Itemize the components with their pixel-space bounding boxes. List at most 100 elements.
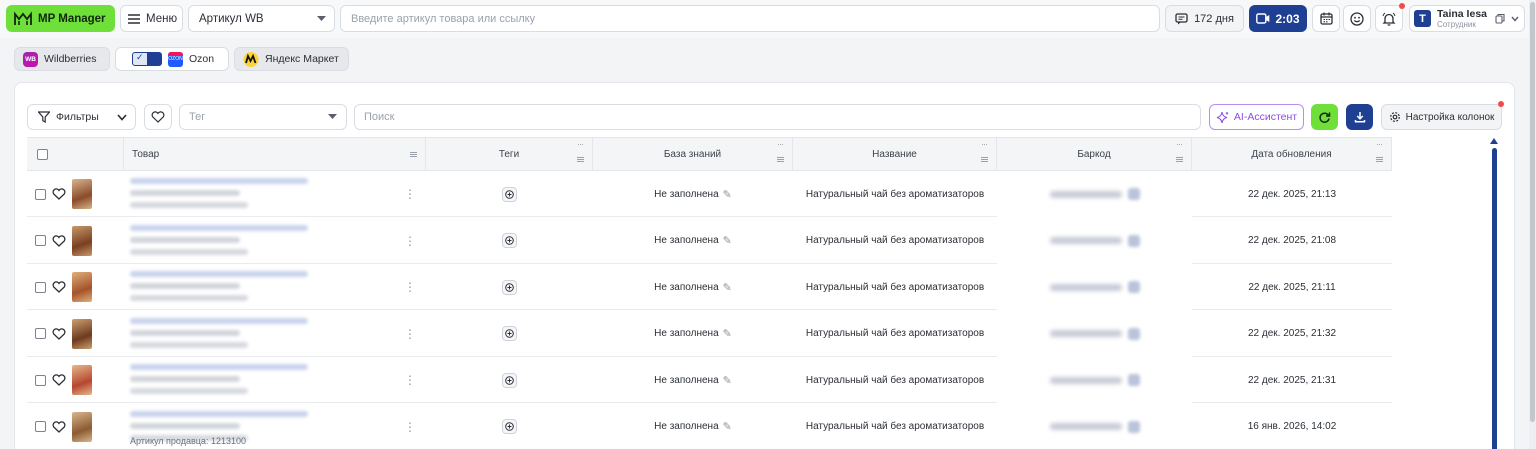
table-row[interactable]: ⋮ Не заполнена ✎ Натуральный чай без аро… xyxy=(27,217,1392,264)
select-all-checkbox[interactable] xyxy=(37,148,48,160)
add-tag-button[interactable] xyxy=(502,419,517,434)
column-menu-icon[interactable] xyxy=(777,157,784,162)
article-type-select[interactable]: Артикул WB xyxy=(188,5,335,32)
feedback-button[interactable] xyxy=(1343,5,1371,32)
copy-barcode-icon[interactable] xyxy=(1127,327,1140,340)
row-checkbox[interactable] xyxy=(35,374,46,386)
more-icon[interactable]: ··· xyxy=(1376,139,1383,149)
column-menu-icon[interactable] xyxy=(1376,157,1383,162)
product-thumbnail[interactable] xyxy=(72,179,92,209)
knowledge-base-cell[interactable]: Не заполнена ✎ xyxy=(593,404,793,449)
add-tag-button[interactable] xyxy=(502,326,517,341)
filters-button[interactable]: Фильтры xyxy=(27,104,136,130)
heart-icon[interactable] xyxy=(52,281,66,293)
row-menu-icon[interactable]: ⋮ xyxy=(404,420,416,434)
heart-icon[interactable] xyxy=(52,420,66,433)
heart-icon[interactable] xyxy=(52,327,66,340)
row-menu-icon[interactable]: ⋮ xyxy=(404,234,416,248)
column-header-knowledge-base[interactable]: База знаний ··· xyxy=(593,138,793,170)
pencil-icon[interactable]: ✎ xyxy=(723,281,732,294)
column-menu-icon[interactable] xyxy=(410,152,417,157)
copy-barcode-icon[interactable] xyxy=(1127,281,1140,293)
subscription-days-button[interactable]: 172 дня xyxy=(1165,5,1244,32)
product-info-cell[interactable]: ⋮ xyxy=(124,311,426,357)
download-button[interactable] xyxy=(1346,104,1373,130)
notifications-button[interactable] xyxy=(1375,5,1403,32)
row-menu-icon[interactable]: ⋮ xyxy=(404,187,416,201)
table-row[interactable]: ⋮ Не заполнена ✎ Натуральный чай без аро… xyxy=(27,310,1392,357)
favorites-filter-button[interactable] xyxy=(144,104,172,130)
product-thumbnail[interactable] xyxy=(72,411,92,442)
heart-icon[interactable] xyxy=(52,188,66,200)
column-menu-icon[interactable] xyxy=(1176,157,1183,162)
row-checkbox[interactable] xyxy=(35,188,46,200)
copy-barcode-icon[interactable] xyxy=(1127,234,1140,247)
product-info-cell[interactable]: ⋮ xyxy=(124,218,426,264)
row-menu-icon[interactable]: ⋮ xyxy=(404,327,416,341)
heart-icon[interactable] xyxy=(52,234,66,247)
column-header-product[interactable]: Товар xyxy=(124,138,426,170)
column-header-updated-date[interactable]: Дата обновления ··· xyxy=(1192,138,1392,170)
product-thumbnail[interactable] xyxy=(72,365,92,395)
column-header-name[interactable]: Название ··· xyxy=(793,138,997,170)
heart-icon[interactable] xyxy=(52,374,66,386)
add-tag-button[interactable] xyxy=(502,186,517,202)
product-thumbnail[interactable] xyxy=(72,272,92,302)
knowledge-base-cell[interactable]: Не заполнена ✎ xyxy=(593,311,793,357)
row-checkbox[interactable] xyxy=(35,235,46,246)
product-thumbnail[interactable] xyxy=(72,225,92,256)
row-checkbox[interactable] xyxy=(35,281,46,293)
pencil-icon[interactable]: ✎ xyxy=(723,420,732,433)
page-scrollbar-thumb[interactable] xyxy=(1530,2,1535,422)
marketplace-tab-yandex-market[interactable]: Яндекс Маркет xyxy=(234,47,349,71)
product-info-cell[interactable]: ⋮ xyxy=(124,171,426,217)
row-menu-icon[interactable]: ⋮ xyxy=(404,280,416,294)
product-info-cell[interactable]: ⋮ xyxy=(124,357,426,403)
add-tag-button[interactable] xyxy=(502,372,517,388)
pencil-icon[interactable]: ✎ xyxy=(723,374,732,387)
column-menu-icon[interactable] xyxy=(981,157,988,162)
column-menu-icon[interactable] xyxy=(577,157,584,162)
copy-barcode-icon[interactable] xyxy=(1127,420,1140,433)
more-icon[interactable]: ··· xyxy=(981,139,988,149)
knowledge-base-cell[interactable]: Не заполнена ✎ xyxy=(593,171,793,217)
pencil-icon[interactable]: ✎ xyxy=(723,188,732,201)
column-settings-button[interactable]: Настройка колонок xyxy=(1381,104,1502,130)
knowledge-base-cell[interactable]: Не заполнена ✎ xyxy=(593,264,793,310)
marketplace-tab-ozon[interactable]: OZON Ozon xyxy=(115,47,229,71)
column-header-tags[interactable]: Теги ··· xyxy=(426,138,593,170)
ozon-toggle[interactable] xyxy=(132,52,162,66)
calendar-button[interactable] xyxy=(1312,5,1340,32)
product-info-cell[interactable]: ⋮ xyxy=(124,264,426,310)
ai-assistant-button[interactable]: AI-Ассистент xyxy=(1209,104,1304,130)
column-header-barcode[interactable]: Баркод ··· xyxy=(997,138,1192,170)
table-scrollbar-thumb[interactable] xyxy=(1492,148,1497,449)
copy-barcode-icon[interactable] xyxy=(1127,188,1140,200)
add-tag-button[interactable] xyxy=(502,279,517,295)
table-row[interactable]: ⋮ Не заполнена ✎ Натуральный чай без аро… xyxy=(27,357,1392,403)
knowledge-base-cell[interactable]: Не заполнена ✎ xyxy=(593,218,793,264)
pencil-icon[interactable]: ✎ xyxy=(723,234,732,247)
refresh-button[interactable] xyxy=(1311,104,1338,130)
copy-barcode-icon[interactable] xyxy=(1127,374,1140,386)
marketplace-tab-wildberries[interactable]: WB Wildberries xyxy=(14,47,110,71)
pencil-icon[interactable]: ✎ xyxy=(723,327,732,340)
product-thumbnail[interactable] xyxy=(72,318,92,349)
add-tag-button[interactable] xyxy=(502,233,517,248)
search-input[interactable]: Поиск xyxy=(354,104,1201,130)
menu-button[interactable]: Меню xyxy=(120,5,183,32)
table-row[interactable]: ⋮ Не заполнена ✎ Натуральный чай без аро… xyxy=(27,264,1392,310)
row-checkbox[interactable] xyxy=(35,328,46,339)
user-menu-button[interactable]: T Taina Iesa Сотрудник xyxy=(1409,5,1525,32)
more-icon[interactable]: ··· xyxy=(577,139,584,149)
table-row[interactable]: ⋮ Не заполнена ✎ Натуральный чай без аро… xyxy=(27,171,1392,217)
video-timer-button[interactable]: 2:03 xyxy=(1249,5,1307,32)
logo-button[interactable]: MP Manager xyxy=(6,5,115,32)
row-checkbox[interactable] xyxy=(35,421,46,432)
knowledge-base-cell[interactable]: Не заполнена ✎ xyxy=(593,357,793,403)
tag-select[interactable]: Тег xyxy=(179,104,347,130)
more-icon[interactable]: ··· xyxy=(1176,139,1183,149)
row-menu-icon[interactable]: ⋮ xyxy=(404,373,416,387)
article-search-input[interactable]: Введите артикул товара или ссылку xyxy=(340,5,1160,32)
more-icon[interactable]: ··· xyxy=(777,139,784,149)
